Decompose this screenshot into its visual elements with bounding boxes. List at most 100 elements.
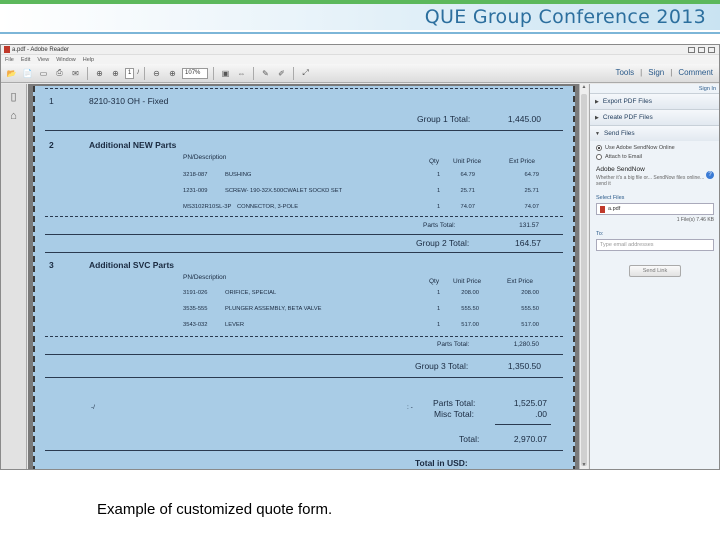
scroll-up-icon[interactable]: ▲ (580, 84, 588, 92)
row-unit: 25.71 (460, 188, 475, 194)
section-name: 8210-310 OH - Fixed (89, 96, 169, 106)
row-desc: PLUNGER ASSEMBLY, BETA VALVE (225, 306, 322, 312)
attachment-icon[interactable]: ⌂ (7, 110, 21, 124)
next-page-icon[interactable]: ⊕ (109, 67, 122, 80)
zoom-in-icon[interactable]: ⊕ (166, 67, 179, 80)
menu-edit[interactable]: Edit (21, 57, 30, 63)
radio-button[interactable] (596, 145, 602, 151)
row-desc: BUSHING (225, 172, 252, 178)
summary-total-value: 2,970.07 (513, 434, 547, 444)
expand-arrow-icon: ▶ (595, 98, 599, 105)
scroll-down-icon[interactable]: ▼ (580, 462, 588, 469)
save-icon[interactable]: ▭ (37, 67, 50, 80)
panel-label: Export PDF Files (602, 98, 652, 105)
row-ext: 517.00 (521, 322, 539, 328)
send-files-body: Use Adobe SendNow Online Attach to Email… (590, 141, 719, 281)
column-header: Unit Price (453, 278, 482, 285)
group-total-value: 164.57 (515, 238, 541, 248)
row-qty: 1 (437, 172, 441, 178)
column-header: Ext Price (507, 278, 534, 285)
menu-window[interactable]: Window (56, 57, 76, 63)
row-desc: SCREW- 190-32X.500CWALET SOCKD SET (225, 188, 343, 194)
page-number-input[interactable]: 1 (125, 67, 135, 79)
column-header: PN/Description (183, 154, 227, 161)
summary-parts-total-label: Parts Total: (433, 398, 476, 408)
group-total-value: 1,445.00 (507, 114, 541, 124)
option-label: Attach to Email (605, 154, 642, 160)
highlight-icon[interactable]: ✐ (275, 67, 288, 80)
section-number: 1 (49, 96, 54, 106)
row-pn: 3191-026 (183, 290, 208, 296)
send-link-button[interactable]: Send Link (629, 265, 681, 277)
document-area[interactable]: 1 8210-310 OH - Fixed Group 1 Total: 1,4… (28, 84, 579, 469)
expand-icon[interactable]: ⤢ (299, 67, 312, 80)
panel-export-pdf[interactable]: ▶ Export PDF Files (590, 93, 719, 109)
section-name: Additional SVC Parts (89, 260, 175, 270)
row-ext: 208.00 (521, 290, 539, 296)
row-ext: 74.07 (524, 204, 539, 210)
row-unit: 208.00 (461, 290, 479, 296)
help-icon[interactable]: ? (706, 171, 714, 179)
vertical-scrollbar[interactable]: ▲ ▼ (579, 84, 588, 469)
email-icon[interactable]: ✉ (69, 67, 82, 80)
window-titlebar: a.pdf - Adobe Reader (1, 45, 719, 55)
menu-file[interactable]: File (5, 57, 14, 63)
menu-help[interactable]: Help (83, 57, 94, 63)
row-unit: 64.79 (460, 172, 475, 178)
fit-page-icon[interactable]: ▣ (219, 67, 232, 80)
scroll-thumb[interactable] (581, 94, 587, 466)
row-unit: 74.07 (460, 204, 475, 210)
page-total: / (137, 70, 140, 76)
to-placeholder: Type email addresses (600, 242, 654, 248)
row-qty: 1 (437, 204, 441, 210)
pages-icon[interactable]: ▯ (7, 90, 21, 104)
window-title: a.pdf - Adobe Reader (12, 46, 70, 53)
print-icon[interactable]: ⎙ (53, 67, 66, 80)
summary-misc-total-label: Misc Total: (434, 409, 474, 419)
row-qty: 1 (437, 290, 441, 296)
row-pn: MS3102R10SL-3P (183, 204, 232, 210)
toolbar: 📂 📄 ▭ ⎙ ✉ ⊕ ⊕ 1 / ⊖ ⊕ 107% ▣ ⇔ ✎ ✐ ⤢ Too… (1, 64, 719, 83)
parts-total-label: Parts Total: (423, 222, 456, 229)
row-pn: 3535-555 (183, 306, 208, 312)
open-icon[interactable]: 📂 (5, 67, 18, 80)
option-email[interactable]: Attach to Email (596, 154, 714, 160)
create-pdf-icon[interactable]: 📄 (21, 67, 34, 80)
row-pn: 3543-032 (183, 322, 208, 328)
parts-total-value: 1,280.50 (513, 341, 539, 348)
file-list[interactable]: a.pdf (596, 203, 714, 215)
close-icon[interactable] (708, 46, 715, 53)
panel-label: Create PDF Files (602, 114, 653, 121)
menu-view[interactable]: View (37, 57, 49, 63)
conference-title: QUE Group Conference 2013 (424, 6, 706, 28)
zoom-select[interactable]: 107% (182, 67, 209, 79)
panel-send-files[interactable]: ▼ Send Files (590, 125, 719, 141)
sign-button[interactable]: Sign (648, 68, 664, 77)
sign-in-link[interactable]: Sign In (590, 84, 719, 93)
select-files-link[interactable]: Select Files (596, 195, 714, 201)
panel-create-pdf[interactable]: ▶ Create PDF Files (590, 109, 719, 125)
maximize-icon[interactable] (698, 46, 705, 53)
comment-note-icon[interactable]: ✎ (259, 67, 272, 80)
comment-button[interactable]: Comment (678, 68, 713, 77)
fit-width-icon[interactable]: ⇔ (235, 67, 248, 80)
stray-mark: : - (407, 404, 413, 411)
row-qty: 1 (437, 306, 441, 312)
menu-bar: File Edit View Window Help (1, 55, 719, 64)
group-total-label: Group 2 Total: (416, 238, 470, 248)
row-ext: 64.79 (524, 172, 539, 178)
option-sendnow[interactable]: Use Adobe SendNow Online (596, 145, 714, 151)
minimize-icon[interactable] (688, 46, 695, 53)
radio-button[interactable] (596, 154, 602, 160)
tools-pane: Sign In ▶ Export PDF Files ▶ Create PDF … (589, 84, 719, 469)
zoom-out-icon[interactable]: ⊖ (150, 67, 163, 80)
group-total-value: 1,350.50 (507, 361, 541, 371)
tools-button[interactable]: Tools (615, 68, 634, 77)
to-input[interactable]: Type email addresses (596, 239, 714, 251)
slide-header: QUE Group Conference 2013 (0, 0, 720, 34)
toolbar-right: Tools | Sign | Comment (615, 68, 713, 77)
prev-page-icon[interactable]: ⊕ (93, 67, 106, 80)
service-description: Whether it's a big file or... SendNow fi… (596, 175, 705, 187)
to-label: To: (596, 231, 604, 237)
summary-total-label: Total: (459, 434, 480, 444)
